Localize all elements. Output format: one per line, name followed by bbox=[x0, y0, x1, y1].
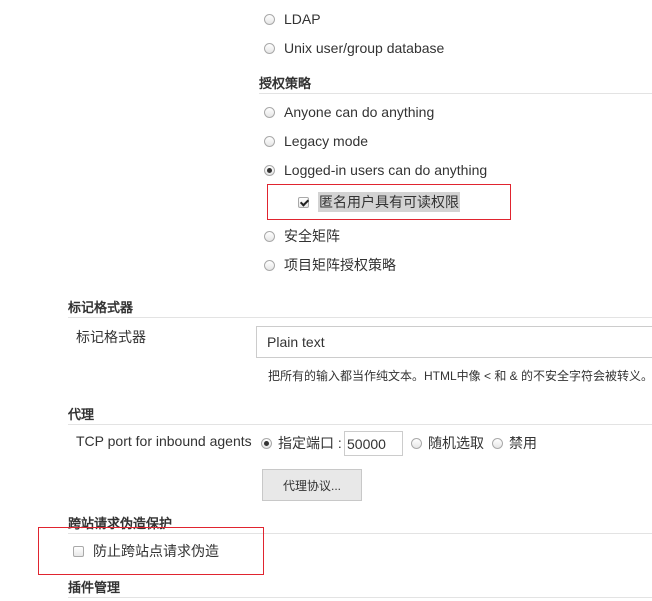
csrf-checkbox-row[interactable]: 防止跨站点请求伪造 bbox=[73, 541, 219, 561]
radio-label: 指定端口 : bbox=[278, 435, 342, 451]
anonymous-read-label: 匿名用户具有可读权限 bbox=[318, 192, 460, 212]
radio-button[interactable] bbox=[264, 106, 275, 118]
radio-anyone-can-do-anything[interactable]: Anyone can do anything bbox=[264, 102, 434, 122]
radio-ldap[interactable]: LDAP bbox=[264, 9, 321, 29]
markup-formatter-help: 把所有的输入都当作纯文本。HTML中像 < 和 & 的不安全字符会被转义。 bbox=[268, 369, 652, 383]
section-divider bbox=[68, 424, 652, 425]
radio-button-selected[interactable] bbox=[264, 164, 275, 176]
markup-formatter-value: Plain text bbox=[267, 334, 325, 350]
section-divider bbox=[68, 317, 652, 318]
radio-label: Anyone can do anything bbox=[284, 104, 435, 120]
radio-label: 安全矩阵 bbox=[284, 228, 340, 244]
csrf-checkbox[interactable] bbox=[73, 545, 84, 557]
radio-button[interactable] bbox=[411, 437, 422, 449]
radio-button-selected[interactable] bbox=[261, 437, 272, 449]
radio-random-port[interactable]: 随机选取 bbox=[411, 433, 484, 453]
section-divider bbox=[259, 93, 652, 94]
plugin-manager-heading: 插件管理 bbox=[68, 580, 121, 595]
radio-button[interactable] bbox=[492, 437, 503, 449]
radio-project-matrix[interactable]: 项目矩阵授权策略 bbox=[264, 255, 396, 275]
radio-security-matrix[interactable]: 安全矩阵 bbox=[264, 226, 340, 246]
section-divider bbox=[68, 597, 652, 598]
radio-button[interactable] bbox=[264, 135, 275, 147]
radio-button[interactable] bbox=[264, 230, 275, 242]
agent-protocols-button[interactable]: 代理协议... bbox=[262, 469, 362, 501]
tcp-port-label: TCP port for inbound agents bbox=[76, 433, 252, 449]
anonymous-read-checkbox[interactable] bbox=[298, 196, 309, 208]
markup-formatter-select[interactable]: Plain text bbox=[256, 326, 652, 358]
radio-label: Unix user/group database bbox=[284, 40, 445, 56]
radio-label: 随机选取 bbox=[428, 435, 484, 451]
radio-label: 禁用 bbox=[509, 435, 537, 451]
authorization-heading: 授权策略 bbox=[259, 76, 312, 91]
port-input[interactable]: 50000 bbox=[344, 431, 403, 456]
radio-button[interactable] bbox=[264, 42, 275, 54]
radio-disable-port[interactable]: 禁用 bbox=[492, 433, 537, 453]
radio-unix-user-group[interactable]: Unix user/group database bbox=[264, 38, 444, 58]
csrf-checkbox-label: 防止跨站点请求伪造 bbox=[93, 543, 219, 559]
markup-formatter-label: 标记格式器 bbox=[76, 329, 146, 345]
radio-legacy-mode[interactable]: Legacy mode bbox=[264, 131, 368, 151]
port-value: 50000 bbox=[347, 435, 386, 452]
proxy-heading: 代理 bbox=[68, 407, 95, 422]
radio-button[interactable] bbox=[264, 259, 275, 271]
radio-button[interactable] bbox=[264, 13, 275, 25]
radio-logged-in-users[interactable]: Logged-in users can do anything bbox=[264, 160, 487, 180]
radio-fixed-port[interactable]: 指定端口 : bbox=[261, 433, 342, 453]
anonymous-read-checkbox-row[interactable]: 匿名用户具有可读权限 bbox=[298, 192, 460, 212]
markup-formatter-heading: 标记格式器 bbox=[68, 300, 134, 315]
radio-label: 项目矩阵授权策略 bbox=[284, 257, 396, 273]
radio-label: Legacy mode bbox=[284, 133, 369, 149]
radio-label: LDAP bbox=[284, 11, 321, 27]
radio-label: Logged-in users can do anything bbox=[284, 162, 488, 178]
